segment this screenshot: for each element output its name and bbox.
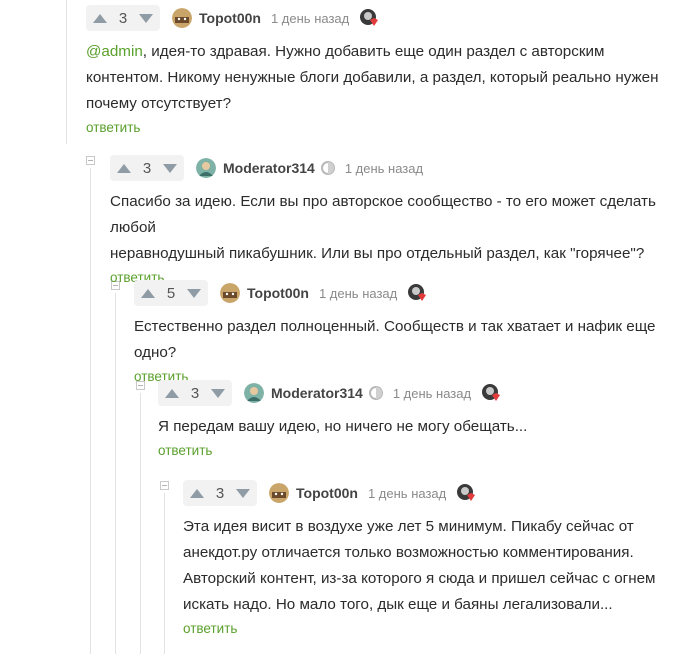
username[interactable]: Moderator314 — [271, 385, 363, 401]
username[interactable]: Topot00n — [247, 285, 309, 301]
downvote-icon[interactable] — [236, 488, 250, 498]
comment-header: 3 Topot00n 1 день назад — [183, 480, 693, 506]
comment-text: Спасибо за идею. Если вы про авторское с… — [110, 193, 656, 262]
award-badge-icon — [407, 283, 427, 303]
moderator-icon — [368, 386, 383, 400]
mention-link[interactable]: @admin — [86, 43, 143, 60]
award-badge-icon — [359, 8, 379, 28]
comment: 3 Moderator314 1 день назад Спасибо за и… — [110, 155, 690, 287]
upvote-icon[interactable] — [141, 288, 155, 298]
upvote-icon[interactable] — [93, 13, 107, 23]
upvote-icon[interactable] — [117, 163, 131, 173]
comment: 3 Moderator314 1 день назад Я передам ва… — [158, 380, 688, 460]
vote-box: 3 — [86, 5, 160, 31]
rating: 3 — [142, 159, 152, 177]
comment-header: 5 Topot00n 1 день назад — [134, 280, 694, 306]
avatar[interactable] — [269, 483, 289, 503]
timestamp[interactable]: 1 день назад — [319, 286, 397, 301]
vote-box: 5 — [134, 280, 208, 306]
comment-header: 3 Topot00n 1 день назад — [86, 5, 686, 31]
rating: 5 — [166, 284, 176, 302]
timestamp[interactable]: 1 день назад — [393, 386, 471, 401]
avatar[interactable] — [244, 383, 264, 403]
username[interactable]: Topot00n — [199, 10, 261, 26]
comment-header: 3 Moderator314 1 день назад — [110, 155, 690, 181]
upvote-icon[interactable] — [190, 488, 204, 498]
reply-link[interactable]: ответить — [86, 120, 140, 135]
downvote-icon[interactable] — [163, 163, 177, 173]
avatar[interactable] — [220, 283, 240, 303]
comment: 3 Topot00n 1 день назад @admin, идея-то … — [86, 5, 686, 137]
moderator-icon — [320, 161, 335, 175]
vote-box: 3 — [183, 480, 257, 506]
username[interactable]: Moderator314 — [223, 160, 315, 176]
comment-text: @admin, идея-то здравая. Нужно добавить … — [86, 43, 659, 112]
timestamp[interactable]: 1 день назад — [345, 161, 423, 176]
collapse-toggle[interactable] — [160, 481, 169, 490]
comment-text: Естественно раздел полноценный. Сообщест… — [134, 318, 656, 361]
timestamp[interactable]: 1 день назад — [368, 486, 446, 501]
upvote-icon[interactable] — [165, 388, 179, 398]
award-badge-icon — [481, 383, 501, 403]
vote-box: 3 — [158, 380, 232, 406]
comment: 5 Topot00n 1 день назад Естественно разд… — [134, 280, 694, 386]
thread-line — [115, 293, 116, 654]
reply-link[interactable]: ответить — [158, 443, 212, 458]
thread-line — [66, 0, 67, 144]
award-badge-icon — [456, 483, 476, 503]
avatar[interactable] — [196, 158, 216, 178]
downvote-icon[interactable] — [211, 388, 225, 398]
comment: 3 Topot00n 1 день назад Эта идея висит в… — [183, 480, 693, 638]
timestamp[interactable]: 1 день назад — [271, 11, 349, 26]
comment-header: 3 Moderator314 1 день назад — [158, 380, 688, 406]
collapse-toggle[interactable] — [86, 156, 95, 165]
thread-line — [140, 393, 141, 654]
downvote-icon[interactable] — [139, 13, 153, 23]
avatar[interactable] — [172, 8, 192, 28]
thread-line — [90, 168, 91, 654]
comment-text: Я передам вашу идею, но ничего не могу о… — [158, 418, 528, 435]
rating: 3 — [190, 384, 200, 402]
vote-box: 3 — [110, 155, 184, 181]
rating: 3 — [118, 9, 128, 27]
comment-text: Эта идея висит в воздухе уже лет 5 миним… — [183, 518, 656, 613]
downvote-icon[interactable] — [187, 288, 201, 298]
reply-link[interactable]: ответить — [183, 621, 237, 636]
thread-line — [164, 493, 165, 654]
rating: 3 — [215, 484, 225, 502]
username[interactable]: Topot00n — [296, 485, 358, 501]
